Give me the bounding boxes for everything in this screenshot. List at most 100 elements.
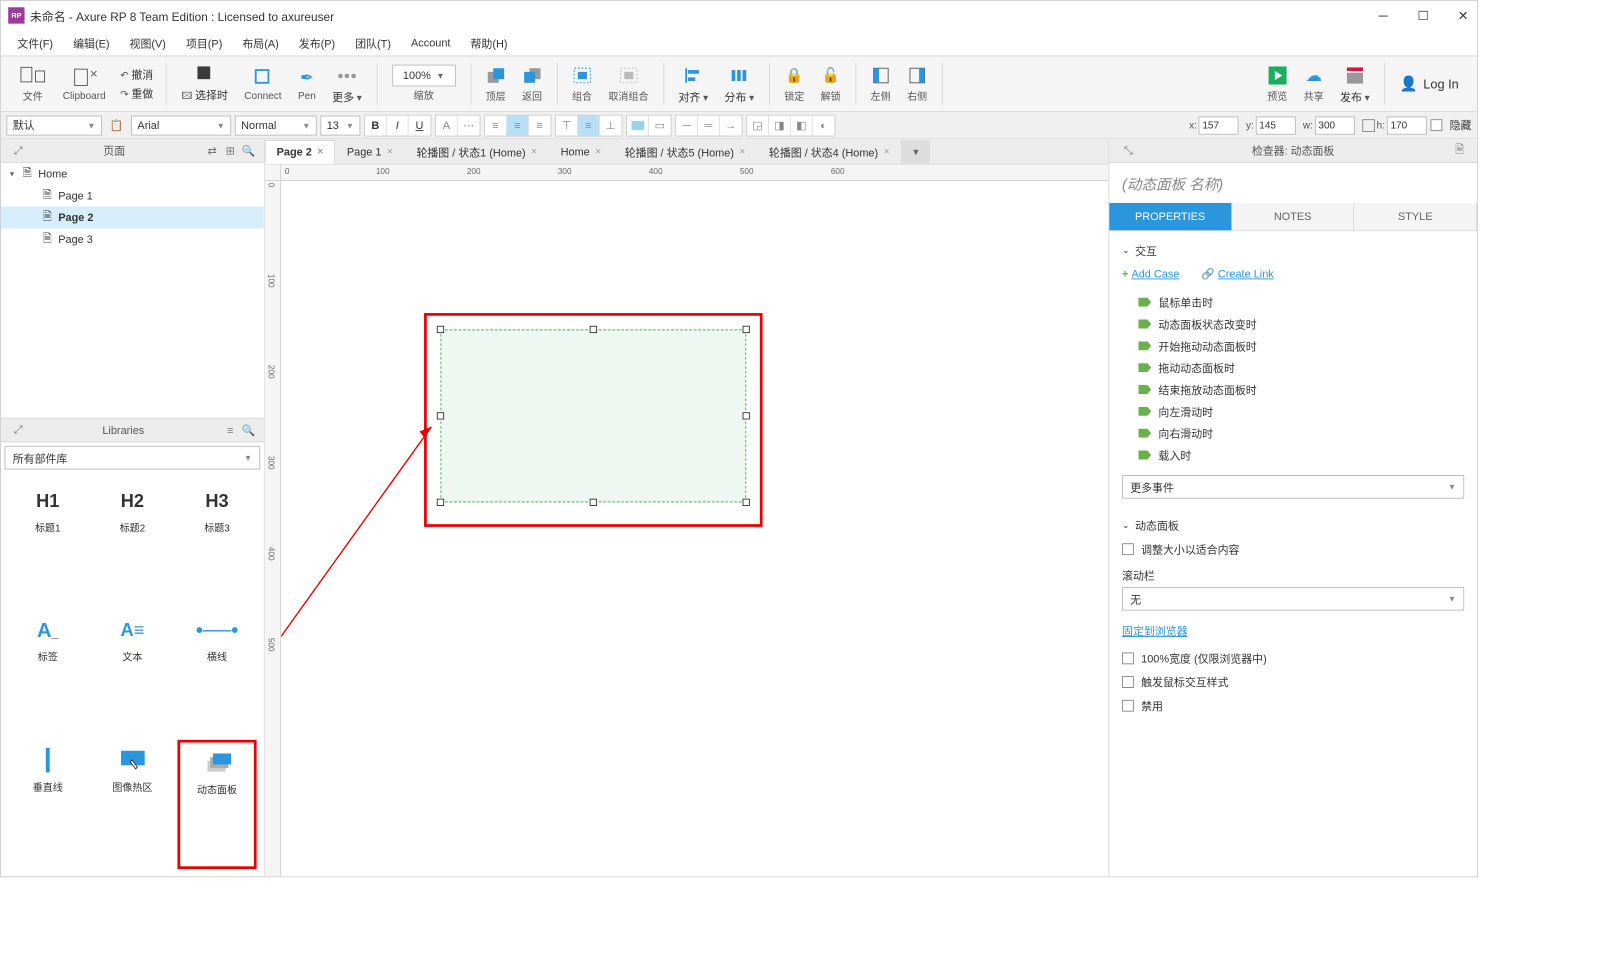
corner-button[interactable]: ◲: [747, 115, 769, 135]
more-button[interactable]: ●●● 更多 ▾: [325, 58, 369, 109]
widget-动态面板[interactable]: 动态面板: [177, 740, 256, 870]
distribute-button[interactable]: 分布 ▾: [717, 58, 761, 109]
bold-button[interactable]: B: [365, 115, 387, 135]
event-item[interactable]: 动态面板状态改变时: [1138, 313, 1464, 335]
h-input[interactable]: [1387, 116, 1427, 134]
tab-overflow[interactable]: ▾: [901, 140, 930, 164]
widget-标签[interactable]: A_标签: [8, 610, 87, 734]
pin-browser-link[interactable]: 固定到浏览器: [1122, 623, 1464, 638]
page-tree-item[interactable]: 🗎Page 2: [1, 207, 264, 229]
shadow-outer-button[interactable]: ◨: [769, 115, 791, 135]
group-button[interactable]: 组合: [565, 58, 600, 109]
menu-Account[interactable]: Account: [404, 34, 458, 52]
event-item[interactable]: 开始拖动动态面板时: [1138, 335, 1464, 357]
page-tree-item[interactable]: 🗎Page 1: [1, 185, 264, 207]
menu-视图(V)[interactable]: 视图(V): [122, 32, 173, 53]
page-tree-item[interactable]: ▾🗎Home: [1, 163, 264, 185]
italic-button[interactable]: I: [387, 115, 409, 135]
menu-发布(P)[interactable]: 发布(P): [291, 32, 342, 53]
more-events-select[interactable]: 更多事件▼: [1122, 475, 1464, 499]
opacity-button[interactable]: ◐: [813, 115, 835, 135]
tab-notes[interactable]: NOTES: [1232, 203, 1355, 230]
collapse-pages-icon[interactable]: ⤢: [10, 142, 26, 158]
fontsize-select[interactable]: 13▼: [320, 115, 360, 135]
lib-menu-icon[interactable]: ≡: [222, 422, 238, 438]
menu-布局(A)[interactable]: 布局(A): [235, 32, 286, 53]
library-selector[interactable]: 所有部件库▼: [5, 446, 261, 470]
event-item[interactable]: 载入时: [1138, 444, 1464, 466]
y-input[interactable]: [1256, 116, 1296, 134]
w-input[interactable]: [1315, 116, 1355, 134]
align-center-button[interactable]: ≡: [507, 115, 529, 135]
full-width-check[interactable]: 100%宽度 (仅限浏览器中): [1122, 646, 1464, 670]
hide-checkbox[interactable]: 隐藏: [1431, 113, 1472, 137]
tab-style[interactable]: STYLE: [1354, 203, 1477, 230]
close-button[interactable]: ✕: [1457, 9, 1470, 22]
clipboard-button[interactable]: Clipboard: [56, 58, 113, 109]
preview-button[interactable]: 预览: [1260, 58, 1295, 109]
menu-帮助(H)[interactable]: 帮助(H): [463, 32, 515, 53]
border-button[interactable]: ▭: [649, 115, 671, 135]
event-item[interactable]: 鼠标单击时: [1138, 291, 1464, 313]
weight-select[interactable]: Normal▼: [235, 115, 317, 135]
more-text-button[interactable]: ⋯: [458, 115, 480, 135]
fit-content-check[interactable]: 调整大小以适合内容: [1122, 537, 1464, 561]
x-input[interactable]: [1199, 116, 1239, 134]
align-left-button[interactable]: ≡: [485, 115, 507, 135]
canvas-tab[interactable]: 轮播图 / 状态5 (Home)×: [613, 140, 757, 164]
right-panel-button[interactable]: 右侧: [900, 58, 935, 109]
share-button[interactable]: ☁ 共享: [1296, 58, 1331, 109]
maximize-button[interactable]: ☐: [1417, 9, 1430, 22]
file-button[interactable]: 文件: [12, 58, 54, 109]
line-style-button[interactable]: ─: [676, 115, 698, 135]
scroll-select[interactable]: 无▼: [1122, 587, 1464, 611]
align-right-button[interactable]: ≡: [529, 115, 551, 135]
line-weight-button[interactable]: ═: [698, 115, 720, 135]
select-mode-button[interactable]: 🖾 选择时: [174, 58, 235, 109]
valign-top-button[interactable]: ⊤: [556, 115, 578, 135]
widget-name-field[interactable]: (动态面板 名称): [1109, 163, 1477, 203]
dynamic-panel-widget[interactable]: [440, 329, 746, 502]
undo-button[interactable]: ↶ 撤消: [120, 66, 153, 81]
widget-文本[interactable]: A≡文本: [93, 610, 172, 734]
fill-button[interactable]: [627, 115, 649, 135]
add-page-icon[interactable]: ⊞: [222, 142, 238, 158]
menu-团队(T)[interactable]: 团队(T): [348, 32, 398, 53]
panel-section[interactable]: ⌄动态面板: [1122, 513, 1464, 537]
styleset-select[interactable]: 默认▼: [6, 115, 102, 135]
menu-项目(P)[interactable]: 项目(P): [179, 32, 230, 53]
menu-编辑(E)[interactable]: 编辑(E): [66, 32, 117, 53]
tab-properties[interactable]: PROPERTIES: [1109, 203, 1232, 230]
unlock-button[interactable]: 🔓 解锁: [813, 58, 848, 109]
canvas-tab[interactable]: Home×: [549, 140, 613, 164]
add-case-link[interactable]: + Add Case: [1122, 268, 1179, 281]
zoom-control[interactable]: 100%▼ 缩放: [385, 58, 463, 109]
canvas-tab[interactable]: 轮播图 / 状态1 (Home)×: [405, 140, 549, 164]
canvas-tab[interactable]: Page 2×: [265, 140, 335, 164]
menu-文件(F)[interactable]: 文件(F): [10, 32, 60, 53]
align-button[interactable]: 对齐 ▾: [671, 58, 715, 109]
event-item[interactable]: 拖动动态面板时: [1138, 357, 1464, 379]
canvas-tab[interactable]: 轮播图 / 状态4 (Home)×: [757, 140, 901, 164]
page-tree-item[interactable]: 🗎Page 3: [1, 228, 264, 250]
canvas-tab[interactable]: Page 1×: [335, 140, 405, 164]
collapse-inspector-icon[interactable]: ⤡: [1120, 142, 1136, 158]
collapse-lib-icon[interactable]: ⤢: [10, 422, 26, 438]
valign-middle-button[interactable]: ≡: [578, 115, 600, 135]
widget-标题1[interactable]: H1标题1: [8, 480, 87, 604]
publish-button[interactable]: 发布 ▾: [1333, 58, 1377, 109]
search-pages-icon[interactable]: 🔍: [240, 142, 256, 158]
redo-button[interactable]: ↷ 重做: [120, 86, 153, 101]
connect-button[interactable]: Connect: [237, 58, 289, 109]
disable-check[interactable]: 禁用: [1122, 693, 1464, 717]
add-folder-icon[interactable]: ⇄: [204, 142, 220, 158]
widget-标题2[interactable]: H2标题2: [93, 480, 172, 604]
lock-button[interactable]: 🔒 锁定: [777, 58, 812, 109]
ungroup-button[interactable]: 取消组合: [601, 58, 656, 109]
valign-bottom-button[interactable]: ⊥: [600, 115, 622, 135]
underline-button[interactable]: U: [409, 115, 431, 135]
event-item[interactable]: 结束拖放动态面板时: [1138, 379, 1464, 401]
widget-图像热区[interactable]: 图像热区: [93, 740, 172, 870]
create-link-link[interactable]: 🔗 Create Link: [1201, 268, 1273, 281]
trigger-mouse-check[interactable]: 触发鼠标交互样式: [1122, 670, 1464, 694]
